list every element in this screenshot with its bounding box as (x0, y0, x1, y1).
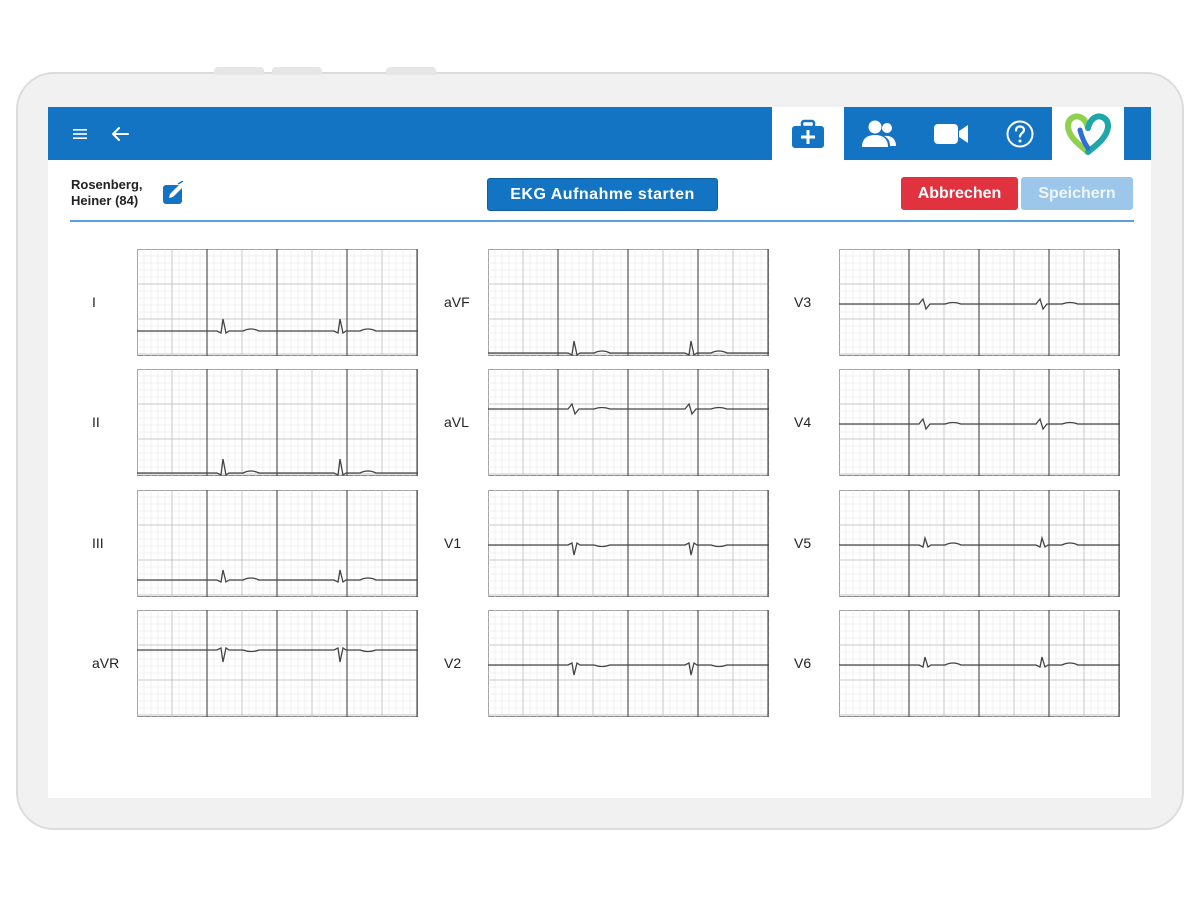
ecg-strip (137, 249, 418, 356)
device-button (272, 67, 322, 75)
ecg-strip (839, 490, 1120, 597)
video-camera-icon (934, 123, 968, 144)
lead-label: V1 (444, 535, 462, 551)
lead-label: V2 (444, 655, 462, 671)
lead-label: V4 (794, 414, 812, 430)
header-divider (70, 220, 1134, 222)
tab-video[interactable] (914, 107, 988, 160)
patient-name-line2: Heiner (84) (71, 193, 139, 208)
patient-name: Rosenberg, Heiner (84) (71, 177, 143, 209)
users-icon (862, 120, 896, 147)
ecg-strip (839, 369, 1120, 476)
ecg-strip (488, 610, 769, 717)
ecg-strip (137, 610, 418, 717)
ecg-strip (839, 610, 1120, 717)
edit-patient-button[interactable] (162, 180, 186, 205)
ecg-strip (137, 490, 418, 597)
tab-help[interactable] (988, 107, 1052, 160)
save-button[interactable]: Speichern (1021, 177, 1133, 210)
app-screen: Rosenberg, Heiner (84) EKG Aufnahme star… (48, 107, 1151, 798)
top-bar (48, 107, 1151, 160)
lead-label: aVF (444, 294, 470, 310)
patient-name-line1: Rosenberg, (71, 177, 143, 192)
ecg-strip (488, 369, 769, 476)
lead-label: V5 (794, 535, 812, 551)
ecg-strip (137, 369, 418, 476)
ecg-strip (839, 249, 1120, 356)
tab-patients[interactable] (844, 107, 914, 160)
ecg-strip (488, 249, 769, 356)
edit-icon (163, 180, 184, 204)
device-button (214, 67, 264, 75)
heart-logo-icon (1064, 112, 1112, 155)
menu-icon[interactable] (66, 107, 94, 160)
lead-label: I (92, 294, 96, 310)
question-circle-icon (1006, 120, 1034, 147)
medical-kit-icon (792, 119, 824, 148)
cancel-button[interactable]: Abbrechen (901, 177, 1018, 210)
lead-label: V3 (794, 294, 812, 310)
device-button (386, 67, 436, 75)
ecg-strip (488, 490, 769, 597)
lead-label: aVL (444, 414, 469, 430)
tab-medical-kit[interactable] (772, 107, 844, 160)
app-logo (1052, 107, 1124, 160)
lead-label: III (92, 535, 104, 551)
lead-label: aVR (92, 655, 120, 671)
lead-label: II (92, 414, 100, 430)
lead-label: V6 (794, 655, 812, 671)
arrow-left-icon[interactable] (106, 107, 134, 160)
start-ecg-button[interactable]: EKG Aufnahme starten (487, 178, 718, 211)
